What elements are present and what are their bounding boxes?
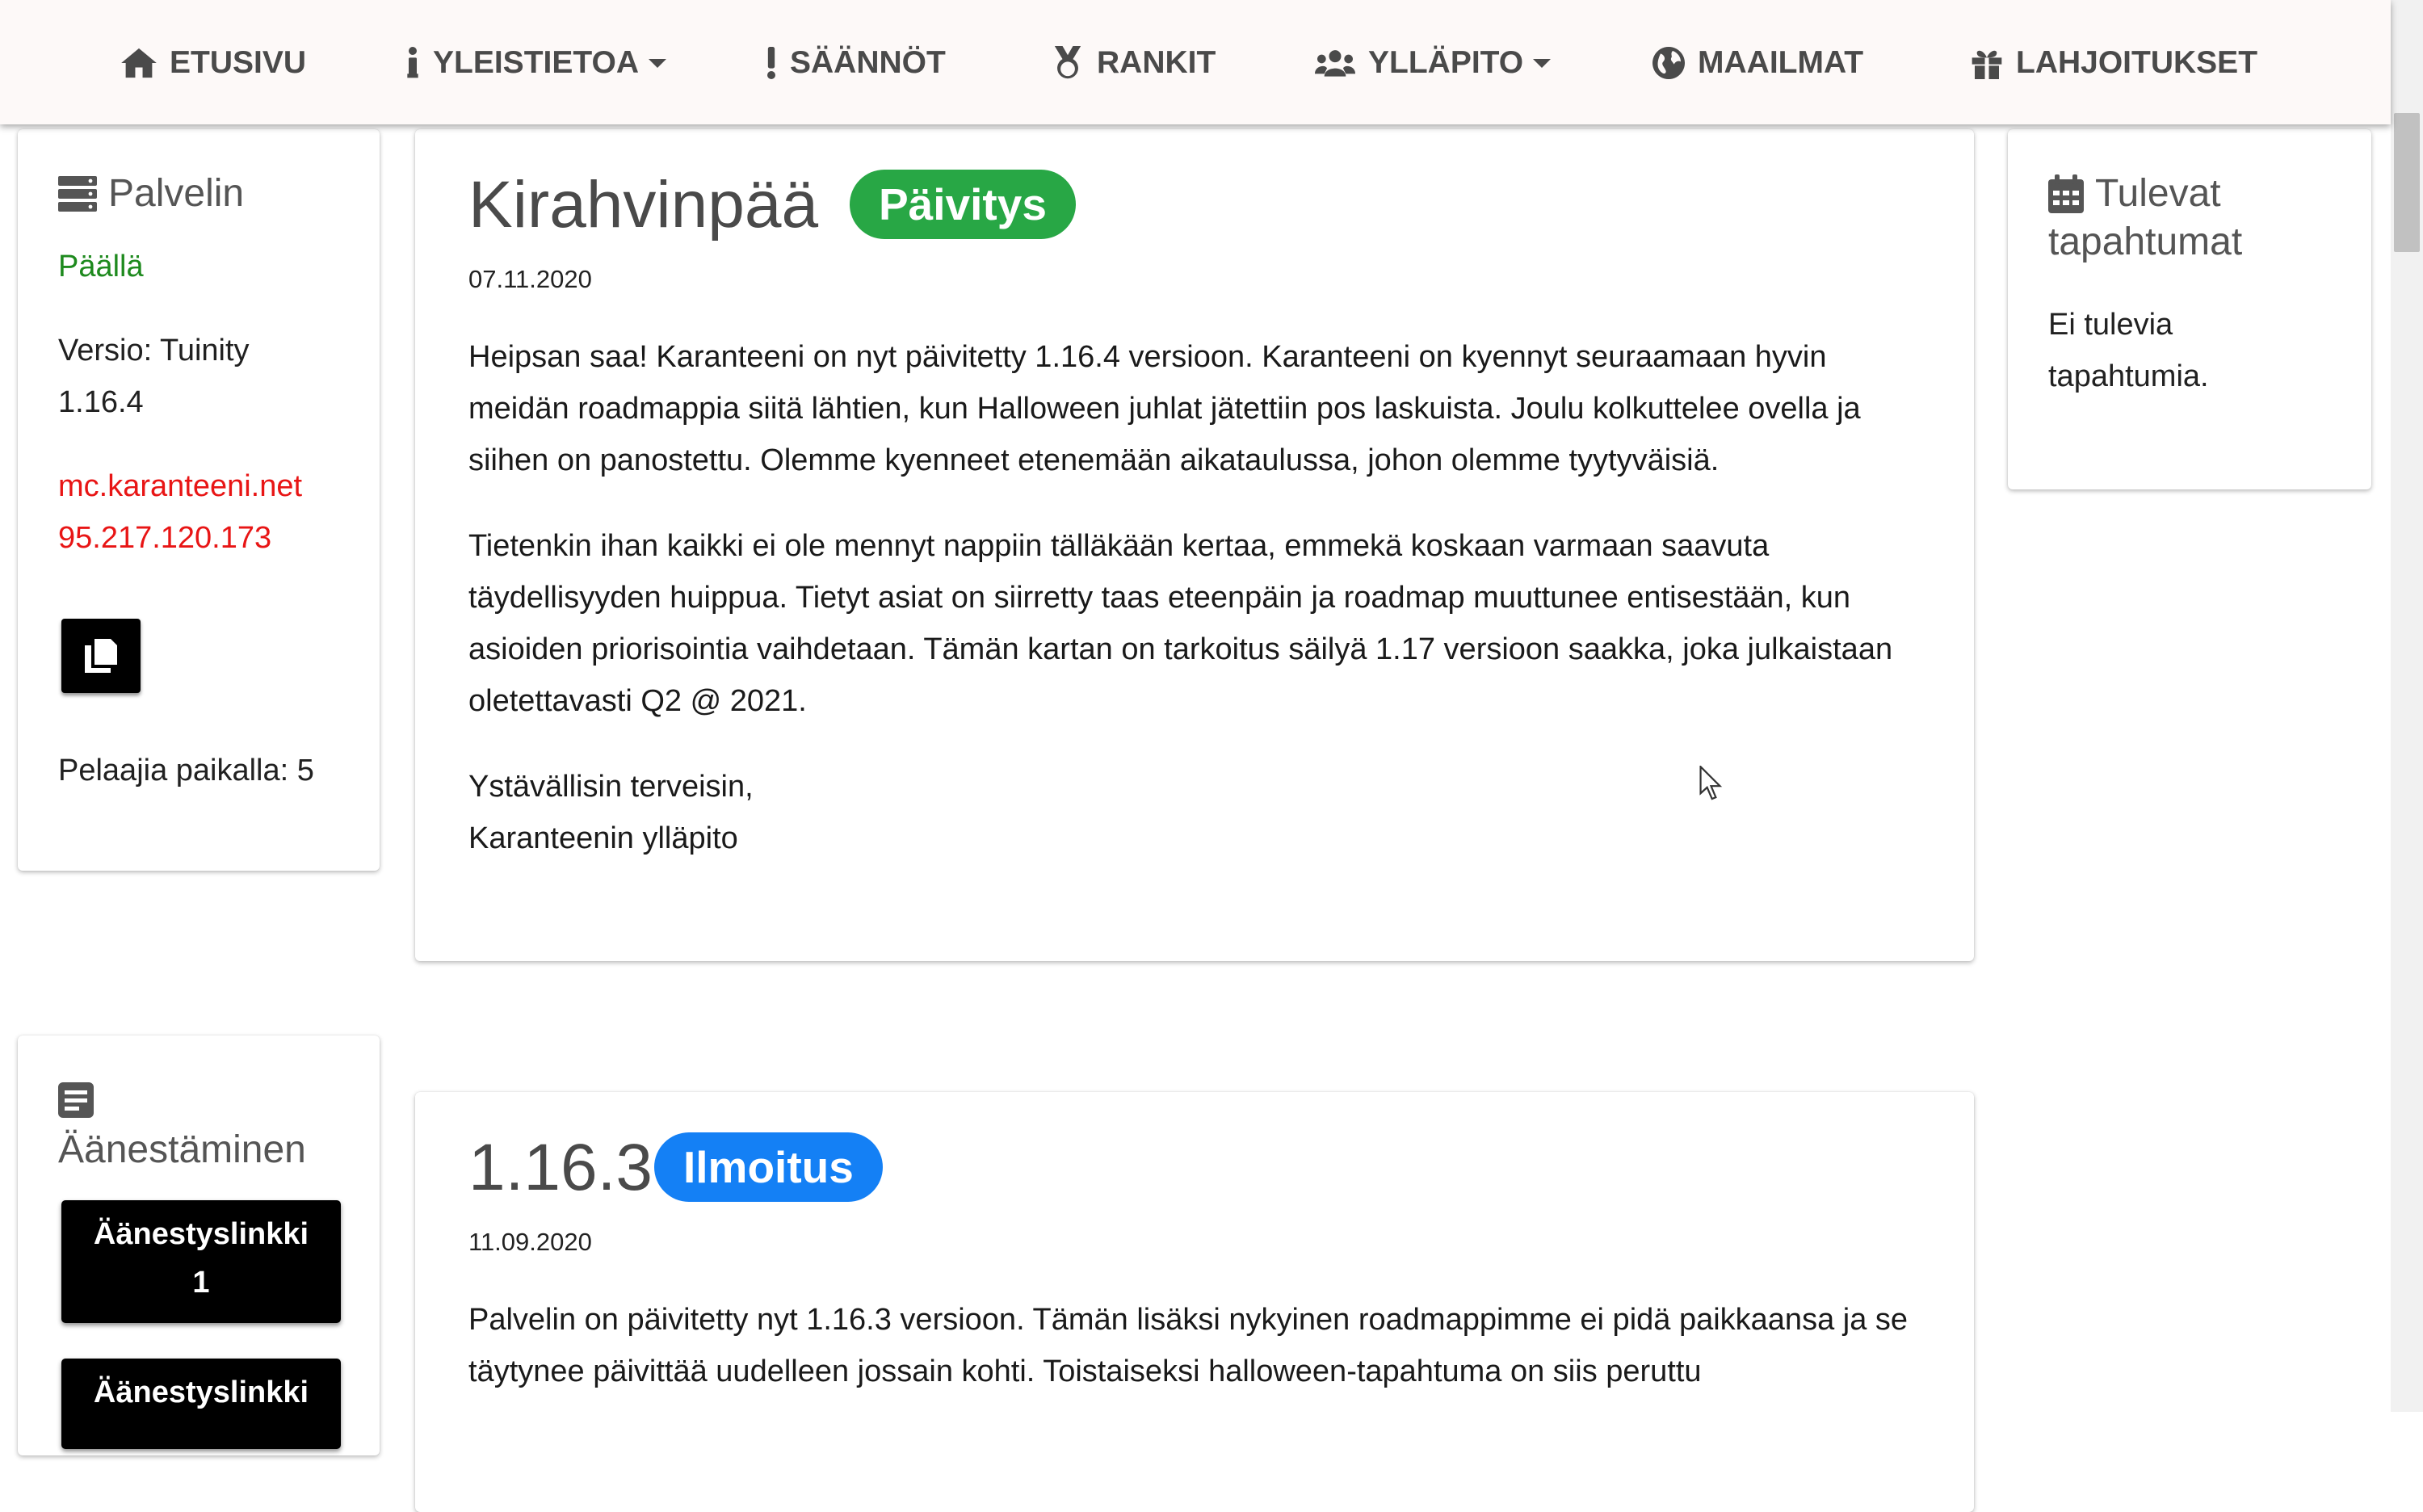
gift-icon xyxy=(1972,50,2002,79)
server-card-title: Palvelin xyxy=(58,170,244,218)
mouse-cursor-icon xyxy=(1699,766,1723,800)
users-icon xyxy=(1315,50,1355,77)
vote-link-2-label: Äänestyslinkki xyxy=(93,1376,309,1409)
post-category-badge: Päivitys xyxy=(850,170,1076,239)
players-online: Pelaajia paikalla: 5 xyxy=(58,754,314,788)
calendar-icon xyxy=(2048,174,2084,213)
vote-link-1-number: 1 xyxy=(192,1266,210,1300)
post-category-badge: Ilmoitus xyxy=(654,1132,883,1202)
copy-icon xyxy=(85,639,117,673)
nav-staff-label: YLLÄPITO xyxy=(1368,45,1524,80)
server-version-number: 1.16.4 xyxy=(58,385,144,419)
vote-link-1-label: Äänestyslinkki xyxy=(93,1217,309,1251)
chevron-down-icon xyxy=(1533,58,1552,68)
server-address: mc.karanteeni.net xyxy=(58,469,303,503)
server-version: Versio: Tuinity xyxy=(58,334,250,368)
nav-donations[interactable]: LAHJOITUKSET xyxy=(1971,31,2257,95)
events-card-title: Tulevat xyxy=(2048,170,2221,218)
nav-ranks[interactable]: RANKIT xyxy=(1052,31,1216,95)
vote-link-1-button[interactable]: Äänestyslinkki 1 xyxy=(61,1200,341,1323)
server-card: Palvelin Päällä Versio: Tuinity 1.16.4 m… xyxy=(18,129,380,871)
events-title-line1: Tulevat xyxy=(2095,172,2221,215)
events-empty-text: Ei tulevia xyxy=(2048,308,2173,342)
post-card: Kirahvinpää Päivitys 07.11.2020 Heipsan … xyxy=(415,129,1974,961)
post-title: Kirahvinpää xyxy=(468,168,819,242)
copy-address-button[interactable] xyxy=(61,619,141,693)
info-icon xyxy=(407,47,418,78)
nav-staff[interactable]: YLLÄPITO xyxy=(1315,31,1552,95)
server-title-text: Palvelin xyxy=(108,172,245,215)
post-card: 1.16.3 Ilmoitus 11.09.2020 Palvelin on p… xyxy=(415,1092,1974,1512)
post-title: 1.16.3 xyxy=(468,1131,653,1204)
server-status: Päällä xyxy=(58,250,144,284)
nav-info-label: YLEISTIETOA xyxy=(433,45,639,80)
post-paragraph: Heipsan saa! Karanteeni on nyt päivitett… xyxy=(468,340,1861,477)
vote-link-2-button[interactable]: Äänestyslinkki xyxy=(61,1359,341,1449)
globe-icon xyxy=(1652,47,1685,79)
events-empty-text-2: tapahtumia. xyxy=(2048,359,2209,393)
document-icon xyxy=(58,1082,94,1118)
nav-info[interactable]: YLEISTIETOA xyxy=(405,31,666,95)
events-title-line2: tapahtumat xyxy=(2048,220,2243,263)
post-paragraph: Tietenkin ihan kaikki ei ole mennyt napp… xyxy=(468,529,1893,718)
post-paragraph: Palvelin on päivitetty nyt 1.16.3 versio… xyxy=(468,1303,1909,1388)
post-date: 11.09.2020 xyxy=(468,1228,592,1256)
nav-home-label: ETUSIVU xyxy=(170,45,307,80)
medal-icon xyxy=(1054,46,1081,79)
voting-card: Äänestäminen Äänestyslinkki 1 Äänestysli… xyxy=(18,1035,380,1455)
nav-rules[interactable]: SÄÄNNÖT xyxy=(766,31,946,95)
home-icon xyxy=(121,48,157,78)
server-ip: 95.217.120.173 xyxy=(58,521,272,555)
nav-worlds-label: MAAILMAT xyxy=(1698,45,1864,80)
nav-worlds[interactable]: MAAILMAT xyxy=(1652,31,1863,95)
nav-rules-label: SÄÄNNÖT xyxy=(790,45,946,80)
nav-donations-label: LAHJOITUKSET xyxy=(2016,45,2258,80)
post-signature-author: Karanteenin ylläpito xyxy=(468,821,738,855)
top-navbar: ETUSIVU YLEISTIETOA SÄÄNNÖT RANKIT YLLÄP… xyxy=(0,0,2391,124)
chevron-down-icon xyxy=(649,58,666,68)
server-icon xyxy=(58,176,97,212)
scrollbar-thumb[interactable] xyxy=(2394,113,2420,252)
page-scrollbar[interactable] xyxy=(2391,0,2423,1412)
voting-card-title: Äänestäminen xyxy=(58,1128,306,1171)
events-card: Tulevat tapahtumat Ei tulevia tapahtumia… xyxy=(2008,129,2371,489)
nav-ranks-label: RANKIT xyxy=(1097,45,1216,80)
post-date: 07.11.2020 xyxy=(468,265,592,293)
nav-home[interactable]: ETUSIVU xyxy=(121,31,306,95)
exclamation-icon xyxy=(767,47,775,79)
